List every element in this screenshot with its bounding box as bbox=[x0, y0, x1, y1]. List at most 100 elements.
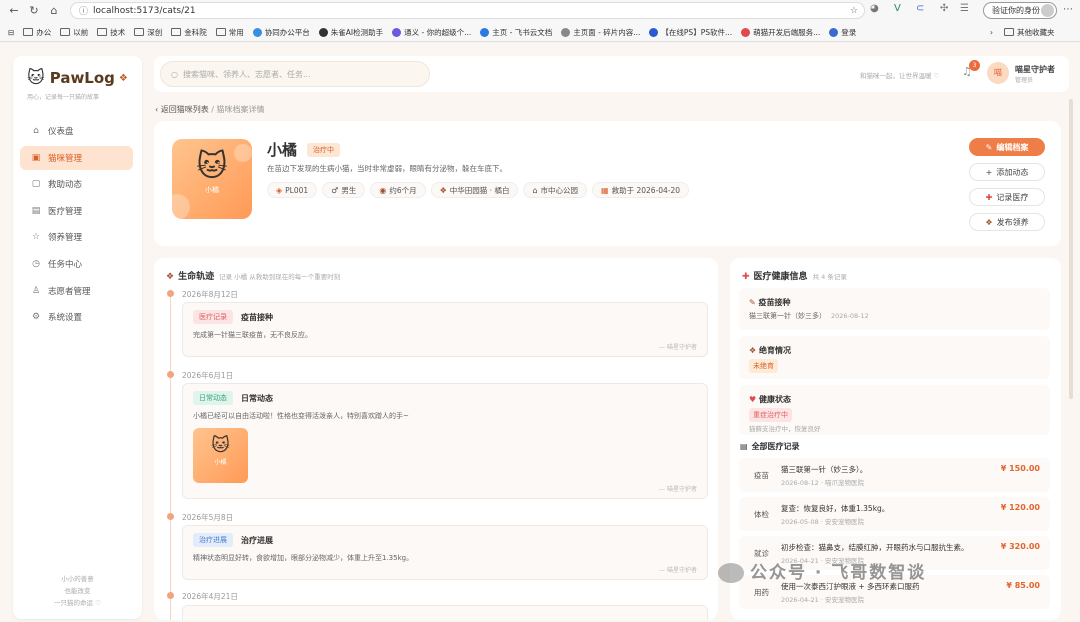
chip-label: 约6个月 bbox=[389, 185, 417, 195]
record-medical-button[interactable]: ✚ 记录医疗 bbox=[969, 188, 1045, 206]
cat-icon: ▣ bbox=[31, 152, 41, 163]
timeline-event-card[interactable] bbox=[182, 605, 708, 620]
sidebar-item-tasks[interactable]: ◷ 任务中心 bbox=[20, 252, 133, 276]
bookmark-label: 萌猫开发后端服务... bbox=[753, 27, 821, 37]
bookmark-item[interactable]: 主页面 - 碎片内容... bbox=[561, 27, 640, 38]
bookmark-item[interactable]: 以前 bbox=[60, 27, 88, 38]
record-description: 初步检查：猫鼻支，结膜红肿，开眼药水与口服抗生素。 bbox=[781, 543, 969, 552]
menu-dots-icon[interactable]: ⋯ bbox=[1063, 4, 1073, 15]
pill-icon: ✚ bbox=[985, 192, 993, 202]
cat-face-icon: 🐱 bbox=[211, 435, 230, 456]
profile-avatar bbox=[1041, 4, 1054, 17]
sidebar-item-settings[interactable]: ⚙ 系统设置 bbox=[20, 305, 133, 329]
sidebar-item-label: 救助动态 bbox=[48, 180, 83, 191]
bookmark-item[interactable]: 深创 bbox=[134, 27, 162, 38]
watermark-text: 公众号 · 飞哥数智谈 bbox=[750, 563, 927, 583]
record-type: 疫苗 bbox=[754, 471, 769, 480]
bookmark-item[interactable]: 常用 bbox=[215, 27, 244, 38]
add-update-button[interactable]: + 添加动态 bbox=[969, 163, 1045, 181]
bookmark-item[interactable]: 技术 bbox=[97, 27, 125, 38]
event-date: 2026年5月8日 bbox=[182, 513, 234, 522]
timeline-event-card[interactable]: 治疗进展 治疗进展 精神状态明显好转，食欲增加，眼部分泌物减少，体重上升至1.3… bbox=[182, 525, 708, 580]
event-photo[interactable]: 🐱 小橘 bbox=[193, 428, 248, 483]
timeline-event-card[interactable]: 日常动态 日常动态 小橘已经可以自由活动啦！性格也变得活泼亲人，特别喜欢蹭人的手… bbox=[182, 383, 708, 499]
bookmark-item[interactable]: 通义 - 你的超级个... bbox=[392, 27, 471, 38]
bookmark-label: 通义 - 你的超级个... bbox=[404, 27, 472, 37]
sidebar-item-dashboard[interactable]: ⌂ 仪表盘 bbox=[20, 119, 133, 143]
sidebar-item-rescue[interactable]: ▢ 救助动态 bbox=[20, 172, 133, 196]
section-subtitle: 记录 小橘 从救助到现在的每一个重要时刻 bbox=[219, 273, 341, 281]
url-text: localhost:5173/cats/21 bbox=[93, 5, 196, 16]
cat-logo-icon: 🐱 bbox=[27, 68, 45, 88]
health-status-card: ♥ 健康状态 重症治疗中 猫藓支治疗中，恢复良好 bbox=[739, 385, 1050, 435]
user-name: 喵星守护者 bbox=[1015, 65, 1055, 74]
home-icon: ⌂ bbox=[33, 126, 39, 136]
cake-icon: ◉ bbox=[379, 185, 387, 195]
search-input[interactable]: ○ 搜索猫咪、领养人、志愿者、任务... bbox=[160, 61, 430, 87]
info-icon[interactable]: ⓘ bbox=[79, 4, 88, 17]
avatar[interactable]: 喵 bbox=[987, 62, 1009, 84]
bookmarks-toggle-icon[interactable]: ⊟ bbox=[8, 28, 14, 37]
page-scrollbar[interactable] bbox=[1069, 99, 1073, 399]
extension-v-icon[interactable]: V bbox=[894, 3, 901, 14]
back-link[interactable]: ‹ 返回猫咪列表 bbox=[155, 105, 209, 114]
back-icon[interactable]: ← bbox=[4, 4, 24, 17]
bookmark-item[interactable]: 办公 bbox=[23, 27, 51, 38]
bookmark-item[interactable]: 协同办公平台 bbox=[252, 27, 310, 38]
extension-link-icon[interactable]: ⊂ bbox=[916, 3, 924, 14]
bookmark-item[interactable]: 其他收藏夹 bbox=[1004, 27, 1055, 38]
event-text: 精神状态明显好转，食欲增加，眼部分泌物减少，体重上升至1.35kg。 bbox=[193, 554, 414, 562]
site-icon bbox=[318, 27, 328, 37]
favorites-icon[interactable]: ☰ bbox=[960, 3, 969, 14]
bookmark-item[interactable]: 【在线PS】PS软件... bbox=[649, 27, 732, 38]
extensions-icon[interactable]: ✣ bbox=[940, 3, 948, 14]
timeline-dot bbox=[167, 290, 174, 297]
timeline-header: ❖ 生命轨迹 记录 小橘 从救助到现在的每一个重要时刻 bbox=[166, 269, 340, 282]
publish-adoption-button[interactable]: ❖ 发布领养 bbox=[969, 213, 1045, 231]
sidebar-item-adoption[interactable]: ☆ 领养管理 bbox=[20, 225, 133, 249]
home-icon[interactable]: ⌂ bbox=[44, 4, 64, 17]
bookmark-item[interactable]: 萌猫开发后端服务... bbox=[741, 27, 820, 38]
edit-profile-button[interactable]: ✎ 编辑档案 bbox=[969, 138, 1045, 156]
event-author: — 喵星守护者 bbox=[659, 486, 697, 493]
medical-icon: ▤ bbox=[31, 205, 41, 216]
more-bookmarks-icon[interactable]: › bbox=[990, 28, 993, 37]
medical-record-row[interactable]: 疫苗 猫三联第一针（妙三多）。 2026-08-12 · 喵爪宠物医院 ¥ 15… bbox=[739, 458, 1050, 492]
notification-badge: 3 bbox=[969, 60, 980, 71]
bookmark-item[interactable]: 朱雀AI检测助手 bbox=[318, 27, 383, 38]
bookmark-star-icon[interactable]: ☆ bbox=[850, 6, 858, 16]
bookmark-item[interactable]: 登录 bbox=[829, 27, 856, 38]
app-logo[interactable]: 🐱 PawLog ❖ bbox=[27, 68, 128, 88]
medical-record-row[interactable]: 体检 复查：恢复良好，体重1.35kg。 2026-05-08 · 安安宠物医院… bbox=[739, 497, 1050, 531]
site-icon bbox=[741, 27, 751, 37]
bookmark-label: 金科院 bbox=[184, 27, 207, 37]
address-bar[interactable]: ⓘ localhost:5173/cats/21 ☆ bbox=[70, 2, 865, 19]
event-author: — 喵星守护者 bbox=[659, 344, 697, 351]
record-amount: ¥ 120.00 bbox=[1000, 503, 1040, 512]
bookmark-label: 主页 - 飞书云文档 bbox=[492, 27, 553, 37]
card-date: 2026-08-12 bbox=[831, 312, 869, 320]
site-icon bbox=[480, 27, 490, 37]
chip-id: ◈ PL001 bbox=[267, 182, 318, 198]
app-name: PawLog bbox=[49, 69, 115, 87]
cat-name: 小橘 bbox=[267, 141, 298, 159]
sidebar-item-cats[interactable]: ▣ 猫咪管理 bbox=[20, 145, 133, 170]
timeline-event-card[interactable]: 医疗记录 疫苗接种 完成第一针猫三联疫苗，无不良反应。 — 喵星守护者 bbox=[182, 302, 708, 357]
extension-panda-icon[interactable]: ◕ bbox=[870, 3, 879, 14]
record-meta: 2026-05-08 · 安安宠物医院 bbox=[781, 518, 864, 526]
sidebar-item-medical[interactable]: ▤ 医疗管理 bbox=[20, 199, 133, 223]
folder-icon bbox=[1004, 28, 1014, 36]
bookmark-item[interactable]: 金科院 bbox=[171, 27, 207, 38]
sidebar-item-volunteers[interactable]: ♙ 志愿者管理 bbox=[20, 279, 133, 303]
chip-label: 市中心公园 bbox=[540, 185, 579, 195]
breadcrumb-current: 猫咪档案详情 bbox=[216, 105, 265, 114]
health-header: ✚ 医疗健康信息 共 4 条记录 bbox=[742, 269, 847, 282]
site-icon bbox=[649, 27, 659, 37]
record-meta: 2026-04-21 · 安安宠物医院 bbox=[781, 596, 864, 604]
bookmark-item[interactable]: 主页 - 飞书云文档 bbox=[480, 27, 552, 38]
chip-breed: ❖ 中华田园猫 · 橘白 bbox=[430, 182, 519, 198]
reload-icon[interactable]: ↻ bbox=[24, 4, 44, 17]
site-icon bbox=[829, 27, 839, 37]
identity-button[interactable]: 验证你的身份 bbox=[983, 2, 1057, 19]
button-label: 发布领养 bbox=[996, 217, 1029, 227]
